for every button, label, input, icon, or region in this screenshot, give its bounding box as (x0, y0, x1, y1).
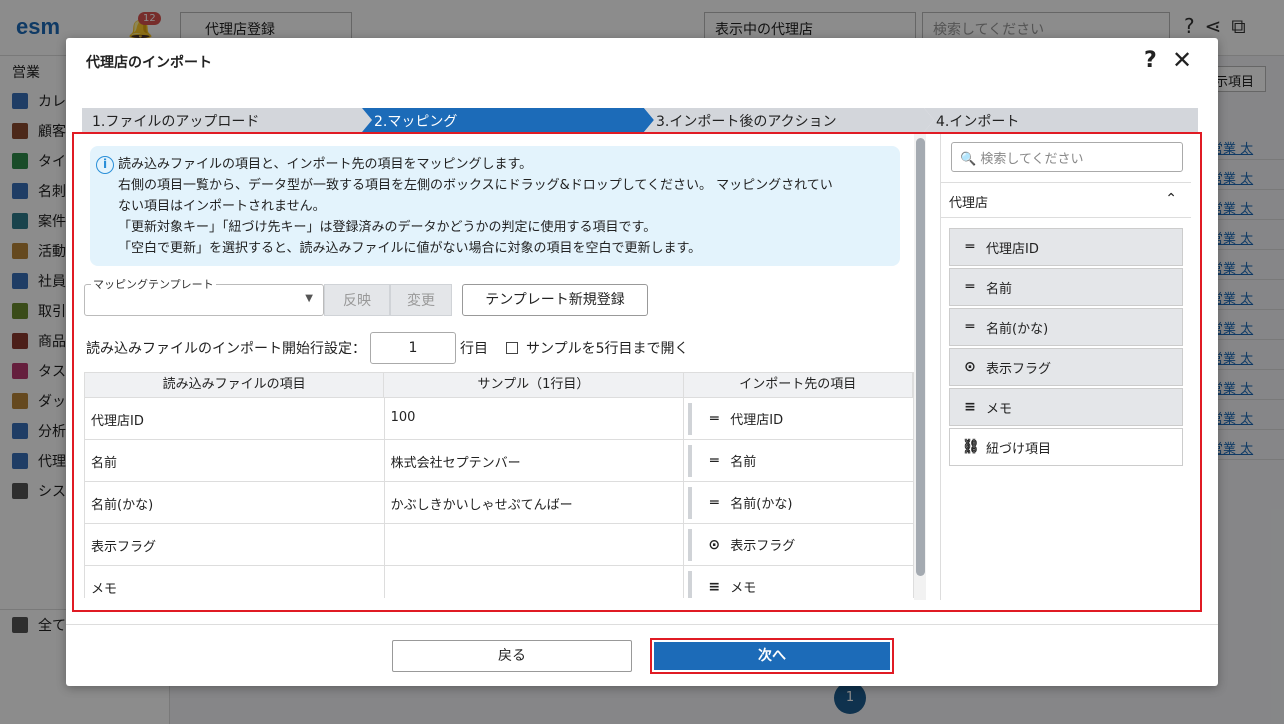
new-template-button[interactable]: テンプレート新規登録 (462, 284, 648, 316)
sample-checkbox-label: サンプルを5行目まで開く (526, 341, 689, 357)
scrollbar[interactable] (914, 134, 926, 600)
target-field-dropzone[interactable]: ⊙ 表示フラグ (684, 524, 914, 565)
target-field-dropzone[interactable]: ═ 代理店ID (684, 398, 914, 439)
text-field-icon: ═ (965, 319, 975, 335)
drop-handle (688, 402, 693, 435)
draggable-field-item[interactable]: ≡ メモ (949, 388, 1183, 426)
source-field: 表示フラグ (85, 524, 385, 565)
target-field-dropzone[interactable]: ═ 名前(かな) (684, 482, 914, 523)
caret-down-icon: ▼ (305, 293, 313, 304)
start-row-setting: 読み込みファイルのインポート開始行設定： 1 行目 サンプルを5行目まで開く (86, 332, 689, 364)
draggable-field-item[interactable]: ⊙ 表示フラグ (949, 348, 1183, 386)
table-row: 名前(かな) かぶしきかいしゃせぷてんばー ═ 名前(かな) (84, 482, 914, 524)
step-indicator: 1.ファイルのアップロード 2.マッピング 3.インポート後のアクション 4.イ… (82, 108, 1198, 132)
info-text: ない項目はインポートされません。 (118, 199, 326, 214)
table-row: 代理店ID 100 ═ 代理店ID (84, 398, 914, 440)
mapping-table: 読み込みファイルの項目 サンプル（1行目） インポート先の項目 代理店ID 100… (84, 372, 914, 598)
draggable-field-item[interactable]: ═ 名前(かな) (949, 308, 1183, 346)
sample-value (385, 566, 685, 598)
sample-value: かぶしきかいしゃせぷてんばー (385, 482, 685, 523)
text-field-icon: ═ (710, 494, 719, 511)
text-field-icon: ═ (965, 239, 975, 255)
info-box: i 読み込みファイルの項目と、インポート先の項目をマッピングします。 右側の項目… (90, 146, 900, 266)
target-field-label: 表示フラグ (730, 539, 796, 554)
info-text: 右側の項目一覧から、データ型が一致する項目を左側のボックスにドラッグ&ドロップし… (118, 178, 833, 193)
close-icon[interactable]: ✕ (1172, 46, 1192, 74)
target-field-label: 名前 (730, 455, 757, 470)
source-field: 名前 (85, 440, 385, 481)
modal-title: 代理店のインポート (86, 55, 212, 71)
target-field-dropzone[interactable]: ≡ メモ (684, 566, 914, 598)
scrollbar-thumb[interactable] (916, 138, 925, 576)
draggable-field-item[interactable]: ═ 代理店ID (949, 228, 1183, 266)
field-search-input[interactable]: 🔍 検索してください (951, 142, 1183, 172)
mapping-area: i 読み込みファイルの項目と、インポート先の項目をマッピングします。 右側の項目… (72, 132, 1202, 612)
link-field-icon: ⛓ (962, 439, 980, 455)
memo-field-icon: ≡ (964, 399, 976, 415)
select-field-icon: ⊙ (708, 536, 721, 553)
source-field: メモ (85, 566, 385, 598)
memo-field-icon: ≡ (708, 578, 721, 595)
step-mapping: 2.マッピング (362, 108, 654, 132)
column-header-source: 読み込みファイルの項目 (85, 373, 385, 397)
source-field: 名前(かな) (85, 482, 385, 523)
column-header-sample: サンプル（1行目） (384, 373, 684, 397)
mapping-table-header: 読み込みファイルの項目 サンプル（1行目） インポート先の項目 (84, 372, 914, 398)
help-icon[interactable]: ? (1144, 48, 1157, 73)
text-field-icon: ═ (710, 410, 719, 427)
field-group-header[interactable]: 代理店 ⌃ (941, 182, 1191, 218)
mapping-template-select[interactable]: マッピングテンプレート ▼ (84, 276, 324, 316)
template-label: マッピングテンプレート (91, 276, 216, 292)
info-text: 「空白で更新」を選択すると、読み込みファイルに値がない場合に対象の項目を空白で更… (118, 241, 702, 256)
table-row: 名前 株式会社セプテンバー ═ 名前 (84, 440, 914, 482)
draggable-field-item[interactable]: ⛓ 紐づけ項目 (949, 428, 1183, 466)
source-field: 代理店ID (85, 398, 385, 439)
step-upload: 1.ファイルのアップロード (82, 108, 372, 132)
drop-handle (688, 570, 693, 598)
table-row: 表示フラグ ⊙ 表示フラグ (84, 524, 914, 566)
import-modal: 代理店のインポート ? ✕ 1.ファイルのアップロード 2.マッピング 3.イン… (66, 38, 1218, 686)
next-button-highlight: 次へ (650, 638, 894, 674)
start-row-label: 読み込みファイルのインポート開始行設定： (86, 341, 366, 357)
target-field-label: メモ (730, 581, 757, 596)
sample-value (385, 524, 685, 565)
start-row-input[interactable]: 1 (370, 332, 456, 364)
target-field-label: 名前(かな) (730, 497, 793, 512)
table-row: メモ ≡ メモ (84, 566, 914, 598)
target-field-dropzone[interactable]: ═ 名前 (684, 440, 914, 481)
back-button[interactable]: 戻る (392, 640, 632, 672)
footer-divider (66, 624, 1218, 625)
step-import: 4.インポート (924, 108, 1198, 132)
target-field-label: 代理店ID (730, 413, 784, 428)
chevron-up-icon: ⌃ (1165, 191, 1177, 207)
start-row-unit: 行目 (460, 341, 488, 357)
sample-value: 株式会社セプテンバー (385, 440, 685, 481)
text-field-icon: ═ (710, 452, 719, 469)
field-list-panel: 🔍 検索してください 代理店 ⌃ ═ 代理店ID ═ 名前 ═ 名前(かな) ⊙ 表示フラグ ≡… (940, 134, 1200, 600)
info-icon: i (96, 156, 114, 174)
text-field-icon: ═ (965, 279, 975, 295)
drop-handle (688, 528, 693, 561)
drop-handle (688, 486, 693, 519)
info-text: 読み込みファイルの項目と、インポート先の項目をマッピングします。 (118, 157, 533, 172)
sample-checkbox[interactable] (506, 342, 518, 354)
column-header-target: インポート先の項目 (684, 373, 914, 397)
draggable-field-item[interactable]: ═ 名前 (949, 268, 1183, 306)
select-field-icon: ⊙ (964, 359, 976, 375)
apply-button[interactable]: 反映 (324, 284, 390, 316)
change-button[interactable]: 変更 (390, 284, 452, 316)
sample-value: 100 (385, 398, 685, 439)
drop-handle (688, 444, 693, 477)
next-button[interactable]: 次へ (654, 642, 890, 670)
step-action: 3.インポート後のアクション (644, 108, 934, 132)
info-text: 「更新対象キー」「紐づけ先キー」は登録済みのデータかどうかの判定に使用する項目で… (118, 220, 657, 235)
